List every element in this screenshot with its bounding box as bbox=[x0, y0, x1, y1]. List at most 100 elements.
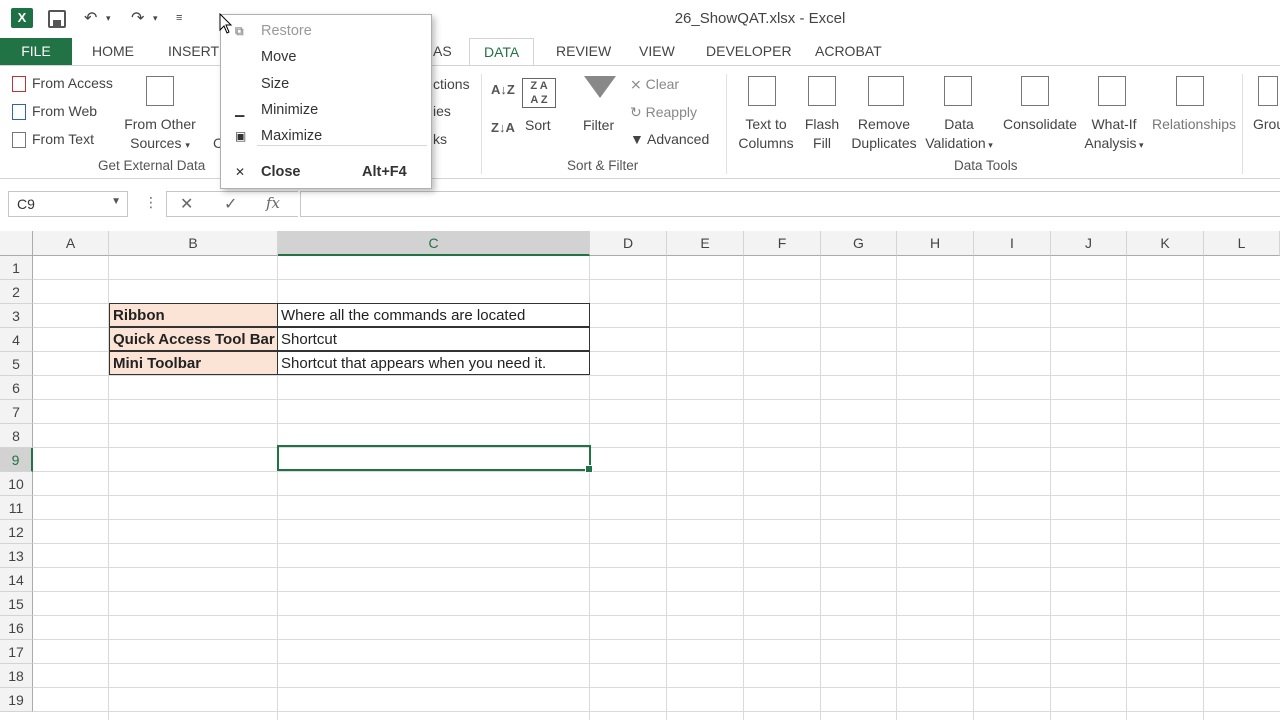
tab-data[interactable]: DATA bbox=[469, 38, 535, 66]
row-header-3[interactable]: 3 bbox=[0, 304, 33, 328]
connections-button-partial[interactable]: ctions bbox=[433, 75, 470, 94]
column-header-a[interactable]: A bbox=[33, 231, 109, 256]
row-header-5[interactable]: 5 bbox=[0, 352, 33, 376]
menu-item-size[interactable]: Size bbox=[221, 71, 431, 97]
row-header-11[interactable]: 11 bbox=[0, 496, 33, 520]
flash-fill-icon bbox=[808, 76, 836, 106]
column-header-e[interactable]: E bbox=[667, 231, 744, 256]
from-text-button[interactable]: From Text bbox=[32, 130, 94, 149]
what-if-analysis-icon bbox=[1098, 76, 1126, 106]
tab-insert[interactable]: INSERT bbox=[168, 38, 219, 66]
column-header-h[interactable]: H bbox=[897, 231, 974, 256]
remove-duplicates-button[interactable]: Remove Duplicates bbox=[848, 115, 920, 153]
cancel-icon[interactable]: ✕ bbox=[180, 194, 193, 214]
cell-b3[interactable]: Ribbon bbox=[109, 303, 278, 327]
row-header-9[interactable]: 9 bbox=[0, 448, 33, 472]
advanced-filter-button[interactable]: ▼ Advanced bbox=[630, 130, 709, 149]
what-if-line2: Analysis bbox=[1084, 135, 1137, 151]
flash-fill-button[interactable]: Flash Fill bbox=[800, 115, 844, 153]
relationships-button[interactable]: Relationships bbox=[1150, 115, 1238, 134]
row-header-17[interactable]: 17 bbox=[0, 640, 33, 664]
menu-item-restore[interactable]: ⧉ Restore bbox=[221, 18, 431, 44]
data-validation-button[interactable]: Data Validation ▾ bbox=[920, 115, 998, 155]
column-header-k[interactable]: K bbox=[1127, 231, 1204, 256]
cell-c3[interactable]: Where all the commands are located bbox=[277, 303, 590, 327]
column-header-f[interactable]: F bbox=[744, 231, 821, 256]
from-other-sources-button[interactable]: From Other Sources ▾ bbox=[120, 115, 200, 155]
row-header-2[interactable]: 2 bbox=[0, 280, 33, 304]
row-header-15[interactable]: 15 bbox=[0, 592, 33, 616]
close-icon: ✕ bbox=[235, 165, 246, 179]
row-header-19[interactable]: 19 bbox=[0, 688, 33, 712]
more-options-icon[interactable]: ⋮ bbox=[144, 194, 158, 211]
menu-separator bbox=[257, 145, 427, 146]
gridline bbox=[33, 639, 1280, 640]
filter-button[interactable]: Filter bbox=[583, 116, 614, 135]
group-separator bbox=[1242, 74, 1243, 174]
tab-review[interactable]: REVIEW bbox=[556, 38, 611, 66]
clear-filter-button[interactable]: ⨯ Clear bbox=[630, 75, 679, 94]
worksheet-grid[interactable]: A B C D E F G H I J K L 1 2 3 4 5 6 7 8 9 10 11 12 1… bbox=[0, 231, 1280, 720]
from-access-button[interactable]: From Access bbox=[32, 74, 113, 93]
from-web-button[interactable]: From Web bbox=[32, 102, 97, 121]
tab-home[interactable]: HOME bbox=[92, 38, 134, 66]
menu-item-minimize[interactable]: ▁ Minimize bbox=[221, 97, 431, 123]
row-header-1[interactable]: 1 bbox=[0, 256, 33, 280]
edit-links-button-partial[interactable]: ks bbox=[433, 130, 447, 149]
sort-button[interactable]: Sort bbox=[525, 116, 551, 135]
column-header-i[interactable]: I bbox=[974, 231, 1051, 256]
row-header-4[interactable]: 4 bbox=[0, 328, 33, 352]
gridline bbox=[33, 279, 1280, 280]
row-header-8[interactable]: 8 bbox=[0, 424, 33, 448]
row-header-6[interactable]: 6 bbox=[0, 376, 33, 400]
cell-c4[interactable]: Shortcut bbox=[277, 327, 590, 351]
cell-b4[interactable]: Quick Access Tool Bar bbox=[109, 327, 278, 351]
row-header-16[interactable]: 16 bbox=[0, 616, 33, 640]
cell-b5[interactable]: Mini Toolbar bbox=[109, 351, 278, 375]
tab-file[interactable]: FILE bbox=[0, 38, 72, 66]
group-label-sort-filter: Sort & Filter bbox=[567, 158, 639, 173]
tab-developer[interactable]: DEVELOPER bbox=[706, 38, 792, 66]
gridline bbox=[33, 519, 1280, 520]
gridline bbox=[33, 399, 1280, 400]
gridline bbox=[743, 256, 744, 720]
enter-icon[interactable]: ✓ bbox=[224, 194, 237, 214]
sort-a-to-z-icon[interactable]: A↓Z bbox=[491, 80, 515, 99]
row-header-10[interactable]: 10 bbox=[0, 472, 33, 496]
row-header-7[interactable]: 7 bbox=[0, 400, 33, 424]
tab-view[interactable]: VIEW bbox=[639, 38, 675, 66]
tab-formulas-partial[interactable]: AS bbox=[433, 38, 452, 66]
row-header-13[interactable]: 13 bbox=[0, 544, 33, 568]
menu-item-move[interactable]: Move bbox=[221, 44, 431, 70]
tab-acrobat[interactable]: ACROBAT bbox=[815, 38, 882, 66]
name-box[interactable]: C9 ▼ bbox=[8, 191, 128, 217]
window-title: 26_ShowQAT.xlsx - Excel bbox=[674, 10, 846, 27]
row-header-18[interactable]: 18 bbox=[0, 664, 33, 688]
cell-c5[interactable]: Shortcut that appears when you need it. bbox=[277, 351, 590, 375]
menu-item-close[interactable]: ✕ Close Alt+F4 bbox=[221, 159, 431, 185]
properties-button-partial[interactable]: ies bbox=[433, 102, 451, 121]
insert-function-icon[interactable]: fx bbox=[266, 194, 280, 212]
gridline bbox=[33, 663, 1280, 664]
system-menu: ⧉ Restore Move Size ▁ Minimize ▣ Maximiz… bbox=[220, 14, 432, 189]
active-cell-c9[interactable] bbox=[277, 445, 593, 473]
sort-z-to-a-icon[interactable]: Z↓A bbox=[491, 118, 515, 137]
row-header-12[interactable]: 12 bbox=[0, 520, 33, 544]
column-header-l[interactable]: L bbox=[1204, 231, 1280, 256]
select-all-corner[interactable] bbox=[0, 231, 33, 256]
text-to-columns-button[interactable]: Text to Columns bbox=[734, 115, 798, 153]
chevron-down-icon[interactable]: ▼ bbox=[111, 196, 121, 207]
formula-input[interactable] bbox=[300, 191, 1280, 217]
row-header-14[interactable]: 14 bbox=[0, 568, 33, 592]
flash-fill-line1: Flash bbox=[804, 116, 840, 132]
column-header-j[interactable]: J bbox=[1051, 231, 1127, 256]
reapply-button[interactable]: ↻ Reapply bbox=[630, 103, 697, 122]
what-if-analysis-button[interactable]: What-If Analysis ▾ bbox=[1082, 115, 1146, 155]
column-header-c[interactable]: C bbox=[278, 231, 590, 256]
column-header-g[interactable]: G bbox=[821, 231, 897, 256]
consolidate-button[interactable]: Consolidate bbox=[1000, 115, 1080, 134]
column-header-d[interactable]: D bbox=[590, 231, 667, 256]
group-button-partial[interactable]: Grou bbox=[1253, 115, 1280, 134]
close-shortcut: Alt+F4 bbox=[362, 164, 407, 180]
column-header-b[interactable]: B bbox=[109, 231, 278, 256]
